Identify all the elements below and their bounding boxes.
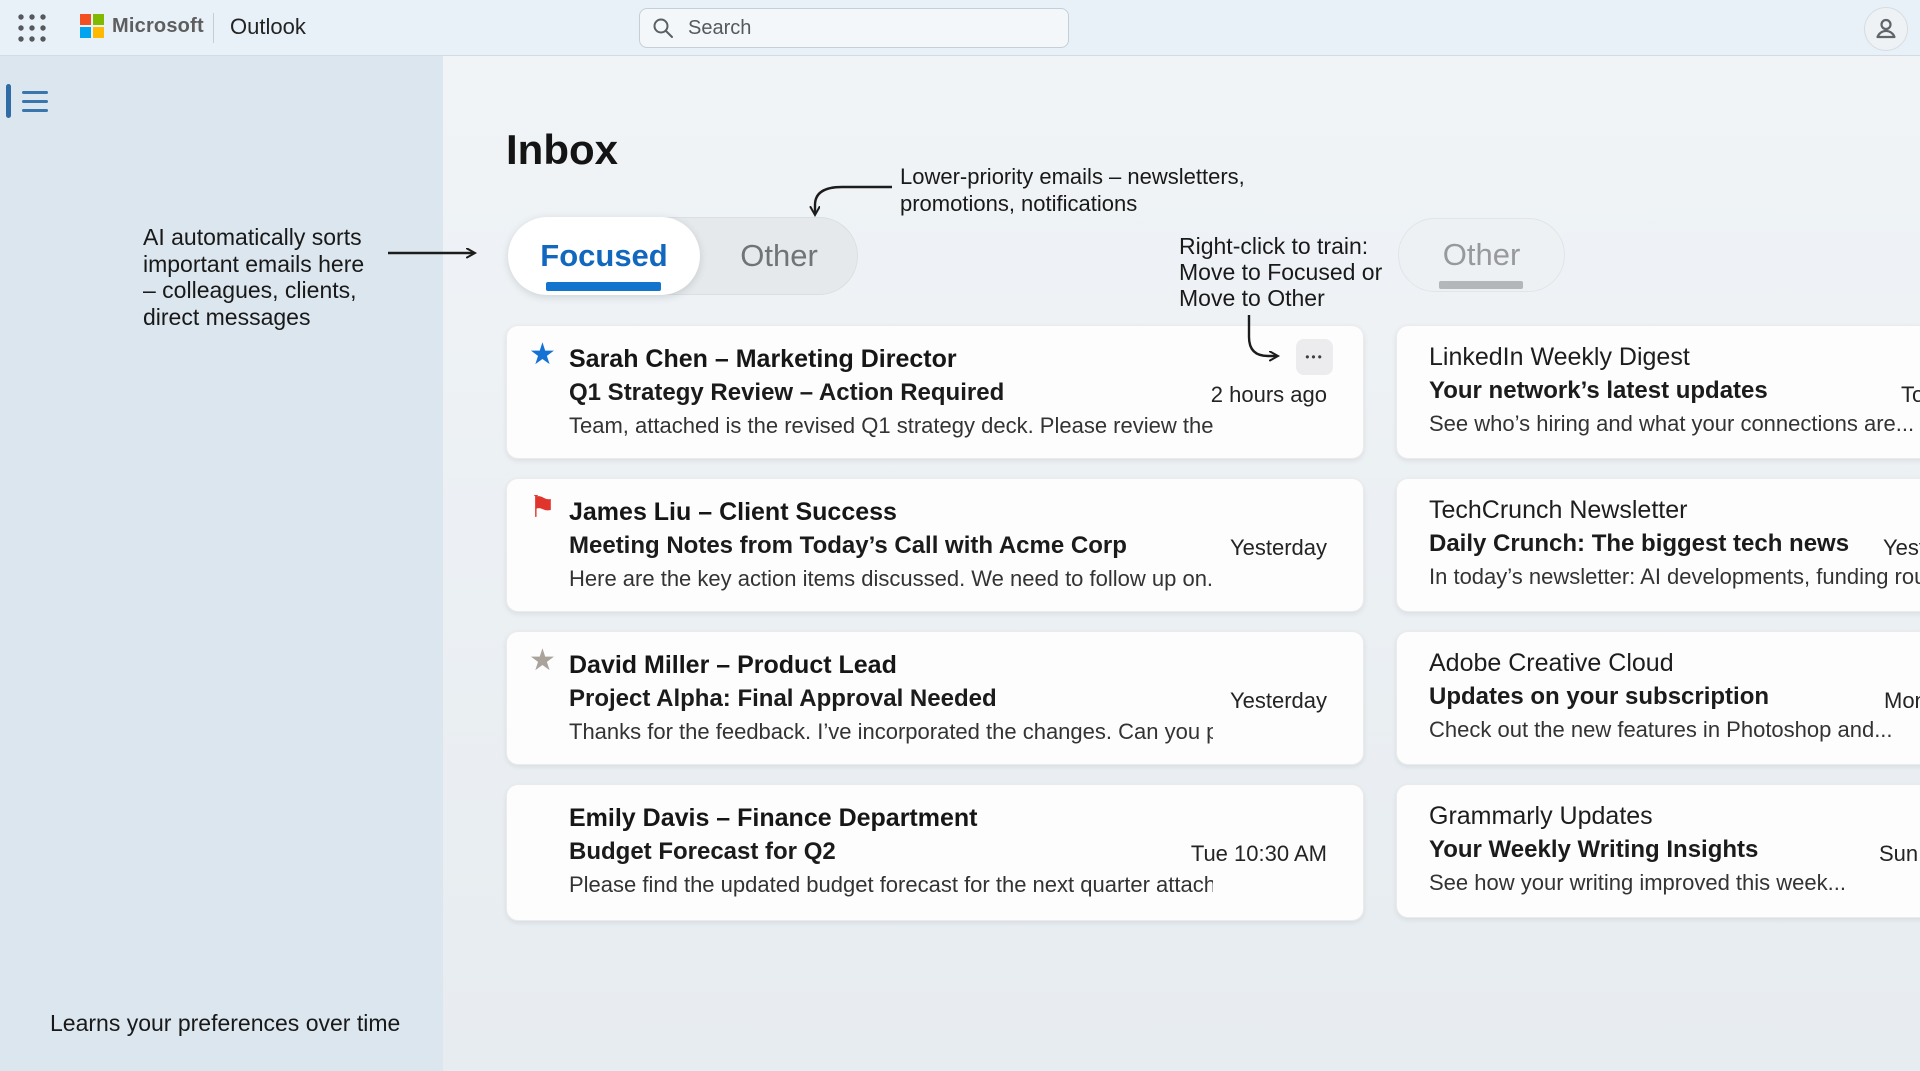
- left-panel: [0, 55, 443, 1071]
- email-sender: Emily Davis – Finance Department: [569, 801, 1213, 835]
- email-sender: James Liu – Client Success: [569, 495, 1213, 529]
- email-sender: David Miller – Product Lead: [569, 648, 1213, 682]
- email-text: Grammarly Updates Your Weekly Writing In…: [1429, 799, 1920, 899]
- brand-divider: [213, 13, 214, 43]
- ms-logo-red-square: [80, 14, 91, 25]
- outlook-focused-inbox-screen: Microsoft Outlook AI automatically sorts…: [0, 0, 1920, 1071]
- email-text: LinkedIn Weekly Digest Your network’s la…: [1429, 340, 1920, 440]
- annotation-focused-note: AI automatically sorts important emails …: [143, 224, 364, 330]
- ms-logo-green-square: [93, 14, 104, 25]
- email-list-item[interactable]: Grammarly Updates Your Weekly Writing In…: [1396, 784, 1920, 918]
- email-preview: See who’s hiring and what your connectio…: [1429, 408, 1920, 440]
- email-time: Today: [1901, 382, 1920, 408]
- email-time: Yesterday: [1230, 535, 1327, 561]
- email-text: James Liu – Client Success Meeting Notes…: [569, 495, 1213, 595]
- inbox-tabs: Focused Other: [508, 217, 858, 295]
- search-icon: [652, 17, 674, 39]
- email-sender: Sarah Chen – Marketing Director: [569, 342, 1213, 376]
- email-sender: Adobe Creative Cloud: [1429, 646, 1920, 680]
- email-preview: Check out the new features in Photoshop …: [1429, 714, 1920, 746]
- account-button[interactable]: [1864, 7, 1908, 51]
- email-preview: In today’s newsletter: AI developments, …: [1429, 561, 1920, 593]
- email-list-item[interactable]: LinkedIn Weekly Digest Your network’s la…: [1396, 325, 1920, 459]
- microsoft-brand[interactable]: Microsoft: [80, 14, 204, 38]
- email-list-item[interactable]: Adobe Creative Cloud Updates on your sub…: [1396, 631, 1920, 765]
- waffle-grid-icon: [16, 12, 48, 44]
- email-preview: Team, attached is the revised Q1 strateg…: [569, 410, 1213, 442]
- email-text: Adobe Creative Cloud Updates on your sub…: [1429, 646, 1920, 746]
- email-sender: TechCrunch Newsletter: [1429, 493, 1920, 527]
- ms-logo-blue-square: [80, 27, 91, 38]
- app-title[interactable]: Outlook: [230, 14, 306, 40]
- microsoft-logo-icon: [80, 14, 104, 38]
- annotation-other-note: Lower-priority emails – newsletters, pro…: [900, 163, 1245, 217]
- email-subject: Budget Forecast for Q2: [569, 835, 1213, 869]
- email-preview: Thanks for the feedback. I’ve incorporat…: [569, 716, 1213, 748]
- top-bar: Microsoft Outlook: [0, 0, 1920, 56]
- tab-other-label: Other: [740, 238, 818, 274]
- person-icon: [1873, 16, 1899, 42]
- email-list-item[interactable]: ★ David Miller – Product Lead Project Al…: [506, 631, 1364, 765]
- email-subject: Updates on your subscription: [1429, 680, 1920, 714]
- email-list-item[interactable]: ★ Sarah Chen – Marketing Director Q1 Str…: [506, 325, 1364, 459]
- email-subject: Q1 Strategy Review – Action Required: [569, 376, 1213, 410]
- email-list-item[interactable]: Emily Davis – Finance Department Budget …: [506, 784, 1364, 921]
- email-subject: Project Alpha: Final Approval Needed: [569, 682, 1213, 716]
- email-time: Tue 10:30 AM: [1191, 841, 1327, 867]
- email-sender: LinkedIn Weekly Digest: [1429, 340, 1920, 374]
- star-icon[interactable]: ★: [529, 340, 556, 370]
- ms-logo-yellow-square: [93, 27, 104, 38]
- email-list-item[interactable]: ⚑ James Liu – Client Success Meeting Not…: [506, 478, 1364, 612]
- annotation-learns-note: Learns your preferences over time: [50, 1010, 400, 1037]
- email-text: Sarah Chen – Marketing Director Q1 Strat…: [569, 342, 1213, 442]
- email-subject: Your Weekly Writing Insights: [1429, 833, 1920, 867]
- microsoft-wordmark: Microsoft: [112, 15, 204, 38]
- hamburger-menu-icon[interactable]: [22, 91, 48, 112]
- email-text: David Miller – Product Lead Project Alph…: [569, 648, 1213, 748]
- email-time: 2 hours ago: [1211, 382, 1327, 408]
- email-time: Sun: [1879, 841, 1918, 867]
- app-launcher-icon[interactable]: [16, 12, 48, 44]
- email-time: Monday: [1884, 688, 1920, 714]
- more-options-button[interactable]: •••: [1296, 339, 1333, 375]
- tab-focused[interactable]: Focused: [508, 217, 700, 295]
- email-text: Emily Davis – Finance Department Budget …: [569, 801, 1213, 901]
- flag-icon[interactable]: ⚑: [529, 493, 556, 523]
- tab-other[interactable]: Other: [700, 218, 858, 294]
- email-preview: Please find the updated budget forecast …: [569, 869, 1213, 901]
- tab-focused-label: Focused: [540, 238, 667, 274]
- tab-other-right[interactable]: Other: [1398, 218, 1565, 292]
- search-input[interactable]: [686, 16, 1030, 41]
- page-title: Inbox: [506, 126, 618, 174]
- email-subject: Meeting Notes from Today’s Call with Acm…: [569, 529, 1213, 563]
- focused-tab-underline: [546, 282, 661, 291]
- email-text: TechCrunch Newsletter Daily Crunch: The …: [1429, 493, 1920, 593]
- email-time: Yesterday: [1230, 688, 1327, 714]
- tab-other-right-label: Other: [1443, 237, 1521, 273]
- star-icon[interactable]: ★: [529, 646, 556, 676]
- other-tab-underline: [1439, 281, 1523, 289]
- email-list-item[interactable]: TechCrunch Newsletter Daily Crunch: The …: [1396, 478, 1920, 612]
- annotation-train-note: Right-click to train: Move to Focused or…: [1179, 233, 1382, 311]
- email-preview: See how your writing improved this week.…: [1429, 867, 1920, 899]
- email-subject: Your network’s latest updates: [1429, 374, 1920, 408]
- email-preview: Here are the key action items discussed.…: [569, 563, 1213, 595]
- search-box[interactable]: [639, 8, 1069, 48]
- email-subject: Daily Crunch: The biggest tech news: [1429, 527, 1920, 561]
- nav-accent-bar: [6, 84, 11, 118]
- email-sender: Grammarly Updates: [1429, 799, 1920, 833]
- email-time: Yesterday: [1883, 535, 1920, 561]
